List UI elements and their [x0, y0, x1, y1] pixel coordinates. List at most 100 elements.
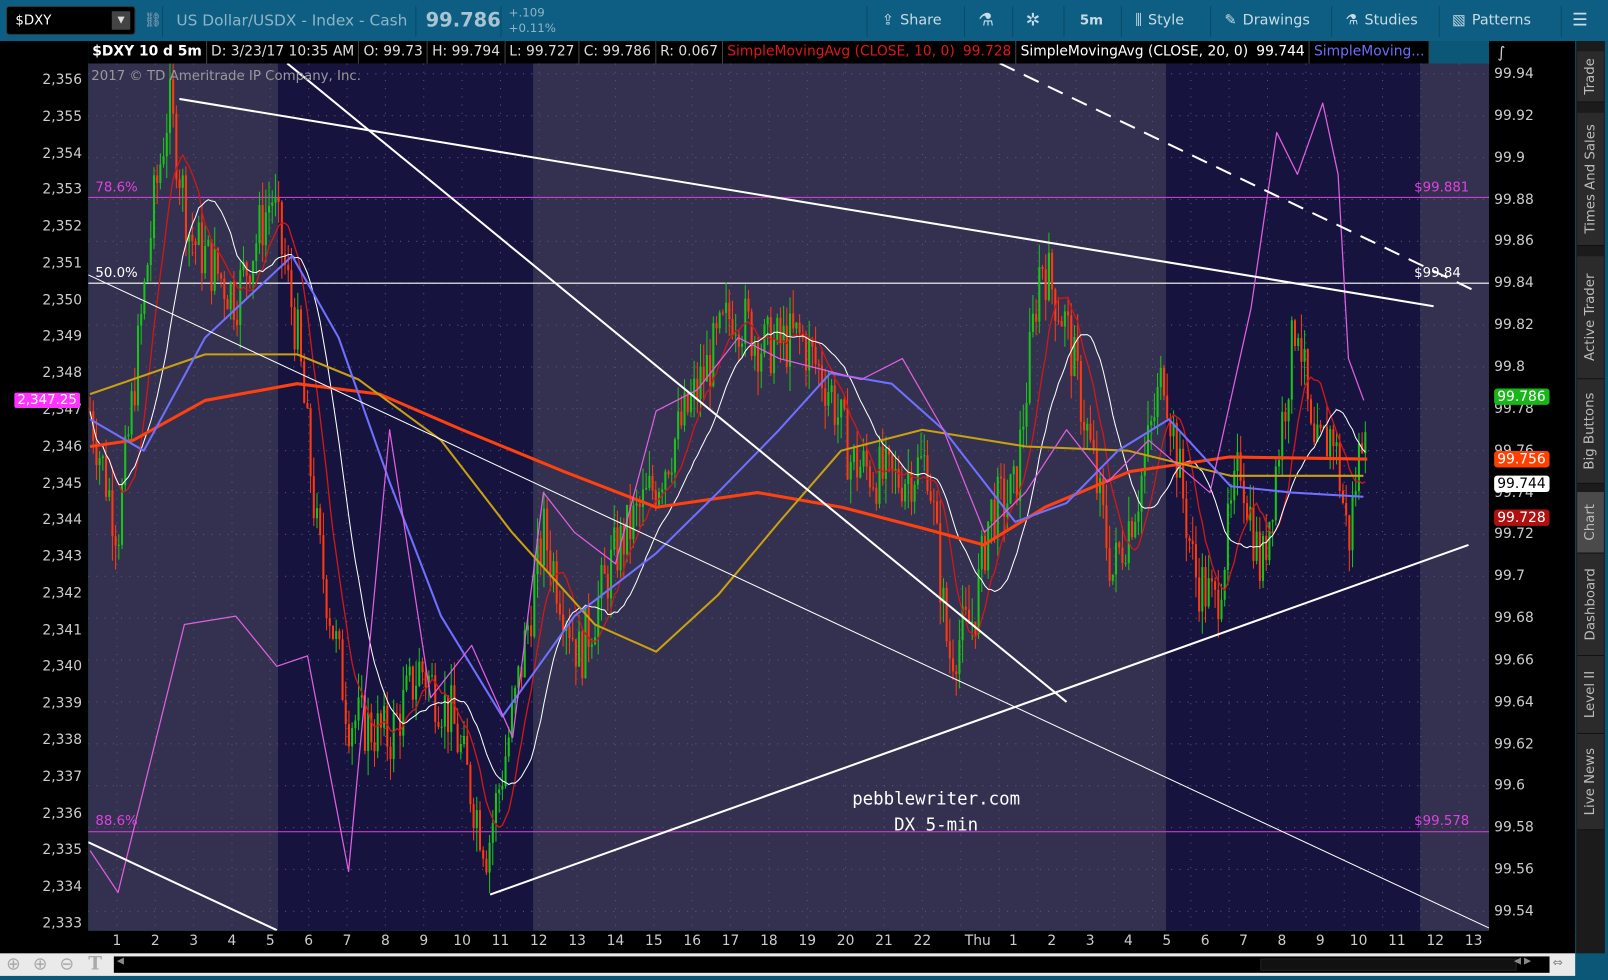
candle-body — [766, 317, 769, 325]
time-axis-tick: 12 — [1426, 932, 1445, 950]
candle-body — [661, 489, 664, 492]
candle-body — [1185, 498, 1188, 539]
sidebar-tab-chart[interactable]: Chart — [1577, 492, 1604, 554]
candle-body — [239, 270, 242, 326]
candle-body — [1028, 332, 1031, 403]
candle-body — [884, 448, 887, 479]
candle-body — [261, 205, 264, 246]
candle-body — [1156, 387, 1159, 418]
candle-body — [539, 538, 542, 566]
candle-body — [309, 408, 312, 477]
sma-third-label[interactable]: SimpleMoving... — [1310, 41, 1430, 64]
sidebar-tab-times-and-sales[interactable]: Times And Sales — [1577, 112, 1604, 247]
candle-body — [760, 353, 763, 372]
candle-body — [817, 363, 820, 366]
fib-percent-label: 78.6% — [95, 179, 138, 196]
candle-body — [718, 312, 721, 329]
symbol-selector[interactable]: $DXY ▼ — [6, 6, 136, 35]
timeframe-button[interactable]: 5m — [1080, 0, 1103, 41]
time-axis-tick: 17 — [721, 932, 740, 950]
link-icon[interactable]: ⛓ — [144, 0, 162, 41]
candle-body — [456, 723, 459, 753]
zoom-out-icon[interactable]: ⊖ — [59, 954, 74, 975]
candle-body — [120, 485, 124, 545]
expand-icon[interactable]: ⇔ — [1553, 955, 1563, 969]
candle-body — [747, 298, 750, 312]
flask-icon[interactable]: ⚗ — [978, 0, 994, 41]
price-chart[interactable]: 2017 © TD Ameritrade IP Company, Inc. pe… — [88, 63, 1490, 931]
candle-body — [795, 322, 798, 329]
studies-button[interactable]: ⚗ Studies — [1345, 0, 1417, 41]
candle-body — [101, 456, 104, 459]
candle-body — [1274, 466, 1277, 521]
sidebar-tab-active-trader[interactable]: Active Trader — [1577, 256, 1604, 380]
right-price-axis: 99.54 99.56 99.58 99.6 99.62 99.64 99.66 99.68 9… — [1489, 41, 1576, 933]
candle-body — [1341, 490, 1344, 504]
candle-body — [255, 243, 258, 262]
scroll-thumb[interactable] — [1260, 958, 1517, 971]
candle-body — [200, 222, 203, 274]
drawings-button[interactable]: ✎ Drawings — [1224, 0, 1309, 41]
candle-body — [290, 270, 293, 308]
candle-body — [673, 439, 676, 473]
sidebar-tab-big-buttons[interactable]: Big Buttons — [1577, 379, 1604, 484]
candle-body — [677, 411, 680, 440]
time-axis-tick: 22 — [913, 932, 932, 950]
bar-low: L: 99.727 — [505, 41, 580, 64]
sma10-label[interactable]: SimpleMovingAvg (CLOSE, 10, 0) — [723, 41, 959, 64]
candle-body — [999, 476, 1002, 479]
candle-body — [1230, 500, 1233, 504]
candle-body — [405, 675, 408, 690]
share-label: Share — [900, 12, 942, 29]
time-axis-tick: 21 — [875, 932, 893, 950]
fib-percent-label: 88.6% — [95, 814, 138, 830]
candle-body — [143, 281, 146, 314]
sidebar-tab-label: Chart — [1582, 503, 1599, 541]
gear-icon[interactable]: ✲ — [1026, 0, 1041, 41]
scroll-left-icon[interactable]: ◀ — [117, 956, 124, 966]
candle-body — [606, 573, 609, 599]
fib-price-label: $99.881 — [1414, 179, 1470, 196]
candle-body — [1319, 424, 1322, 429]
candle-body — [1150, 421, 1153, 426]
candle-body — [951, 658, 955, 672]
candle-body — [725, 302, 728, 313]
candle-body — [734, 334, 737, 336]
candle-body — [277, 197, 280, 203]
candle-body — [1089, 423, 1092, 440]
sidebar-tab-dashboard[interactable]: Dashboard — [1577, 553, 1604, 657]
candle-body — [437, 721, 440, 727]
study-curve-icon[interactable]: ∫ — [1497, 43, 1505, 61]
candle-body — [610, 549, 613, 599]
candle-body — [510, 703, 513, 738]
candle-body — [258, 205, 261, 244]
crosshair-icon[interactable]: ⊕ — [6, 954, 21, 975]
sma20-label[interactable]: SimpleMovingAvg (CLOSE, 20, 0) — [1017, 41, 1253, 64]
sidebar-tab-trade[interactable]: Trade — [1577, 51, 1604, 103]
candle-body — [1351, 497, 1354, 551]
zoom-in-icon[interactable]: ⊕ — [33, 954, 48, 975]
candle-body — [443, 695, 446, 727]
candle-body — [859, 466, 862, 478]
candle-body — [322, 535, 325, 580]
text-tool-icon[interactable]: T — [88, 953, 102, 975]
scroll-right-icon[interactable]: ◀ ▶ — [1514, 956, 1531, 966]
patterns-button[interactable]: ▧ Patterns — [1452, 0, 1531, 41]
share-button[interactable]: ⇪ Share — [882, 0, 942, 41]
left-axis-tick: 2,348 — [42, 365, 83, 382]
horizontal-scrollbar[interactable]: ◀ ◀ ▶ — [113, 956, 1550, 973]
right-axis-tick: 99.58 — [1494, 819, 1534, 836]
style-button[interactable]: ⫼ Style — [1135, 0, 1184, 41]
time-axis-tick: 14 — [606, 932, 625, 950]
candle-body — [181, 175, 184, 188]
sidebar-tab-live-news[interactable]: Live News — [1577, 733, 1604, 831]
price-badge: 99.744 — [1494, 475, 1550, 493]
chevron-down-icon[interactable]: ▼ — [111, 11, 131, 30]
candle-body — [923, 455, 926, 457]
candle-body — [1300, 337, 1303, 362]
session-background — [1165, 63, 1421, 931]
candle-body — [1281, 411, 1284, 461]
sidebar-tab-level-ii[interactable]: Level II — [1577, 656, 1604, 734]
candle-body — [140, 313, 143, 326]
menu-icon[interactable]: ☰ — [1572, 0, 1588, 41]
